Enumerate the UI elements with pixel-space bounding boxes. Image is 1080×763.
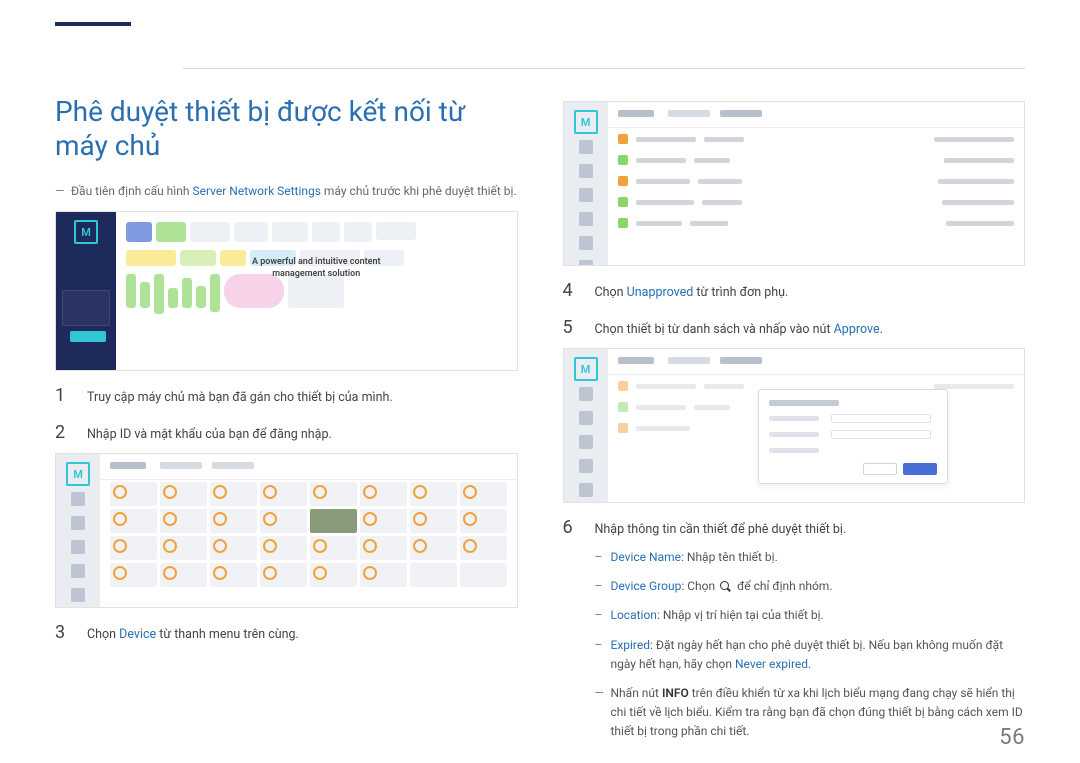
screenshot-content-grid: M <box>55 453 518 608</box>
step-number: 1 <box>55 385 69 406</box>
screenshot-device-list: M <box>563 101 1026 266</box>
dash-icon: ― <box>55 182 71 201</box>
step-text: Chọn Unapproved từ trình đơn phụ. <box>595 280 1026 303</box>
device-link: Device <box>119 627 156 642</box>
approve-link: Approve <box>834 322 880 337</box>
sub-location: – Location: Nhập vị trí hiện tại của thi… <box>595 606 1026 625</box>
step-6: 6 Nhập thông tin cần thiết để phê duyệt … <box>563 517 1026 540</box>
logo-icon: M <box>74 220 98 244</box>
step-4: 4 Chọn Unapproved từ trình đơn phụ. <box>563 280 1026 303</box>
dash-icon: ― <box>595 684 611 742</box>
step-6-sublist: – Device Name: Nhập tên thiết bị. – Devi… <box>595 548 1026 742</box>
unapproved-link: Unapproved <box>627 285 694 300</box>
step-text: Chọn Device từ thanh menu trên cùng. <box>87 622 518 645</box>
left-column: Phê duyệt thiết bị được kết nối từ máy c… <box>55 95 518 713</box>
step-number: 5 <box>563 317 577 338</box>
step-number: 3 <box>55 622 69 643</box>
sub-expired: – Expired: Đặt ngày hết hạn cho phê duyệ… <box>595 636 1026 674</box>
sub-info-note: ― Nhấn nút INFO trên điều khiển từ xa kh… <box>595 684 1026 742</box>
step-text: Nhập thông tin cần thiết để phê duyệt th… <box>595 517 1026 540</box>
step-number: 2 <box>55 422 69 443</box>
right-column: M 4 Chọn Unapp <box>563 95 1026 713</box>
step-2: 2 Nhập ID và mật khẩu của bạn để đăng nh… <box>55 422 518 445</box>
sub-device-name: – Device Name: Nhập tên thiết bị. <box>595 548 1026 567</box>
step-number: 4 <box>563 280 577 301</box>
intro-note-body: Đầu tiên định cấu hình Server Network Se… <box>71 182 518 201</box>
logo-icon: M <box>66 462 90 486</box>
header-accent-bar <box>55 22 131 26</box>
step-text: Nhập ID và mật khẩu của bạn để đăng nhập… <box>87 422 518 445</box>
step-text: Truy cập máy chủ mà bạn đã gán cho thiết… <box>87 385 518 408</box>
screenshot-tagline: A powerful and intuitive content managem… <box>252 257 381 280</box>
dash-icon: – <box>595 606 611 625</box>
server-network-settings-link: Server Network Settings <box>192 184 320 198</box>
screenshot-approve-dialog: M <box>563 348 1026 503</box>
logo-icon: M <box>574 110 598 134</box>
dash-icon: – <box>595 548 611 567</box>
intro-note: ― Đầu tiên định cấu hình Server Network … <box>55 182 518 201</box>
step-text: Chọn thiết bị từ danh sách và nhấp vào n… <box>595 317 1026 340</box>
sub-device-group: – Device Group: Chọn để chỉ định nhóm. <box>595 577 1026 596</box>
dash-icon: – <box>595 577 611 596</box>
logo-icon: M <box>574 357 598 381</box>
step-1: 1 Truy cập máy chủ mà bạn đã gán cho thi… <box>55 385 518 408</box>
search-icon <box>720 581 732 593</box>
screenshot-login: M <box>55 211 518 371</box>
content-columns: Phê duyệt thiết bị được kết nối từ máy c… <box>55 95 1025 713</box>
step-3: 3 Chọn Device từ thanh menu trên cùng. <box>55 622 518 645</box>
dash-icon: – <box>595 636 611 674</box>
step-number: 6 <box>563 517 577 538</box>
section-heading: Phê duyệt thiết bị được kết nối từ máy c… <box>55 95 518 162</box>
header-divider <box>183 68 1025 69</box>
step-5: 5 Chọn thiết bị từ danh sách và nhấp vào… <box>563 317 1026 340</box>
